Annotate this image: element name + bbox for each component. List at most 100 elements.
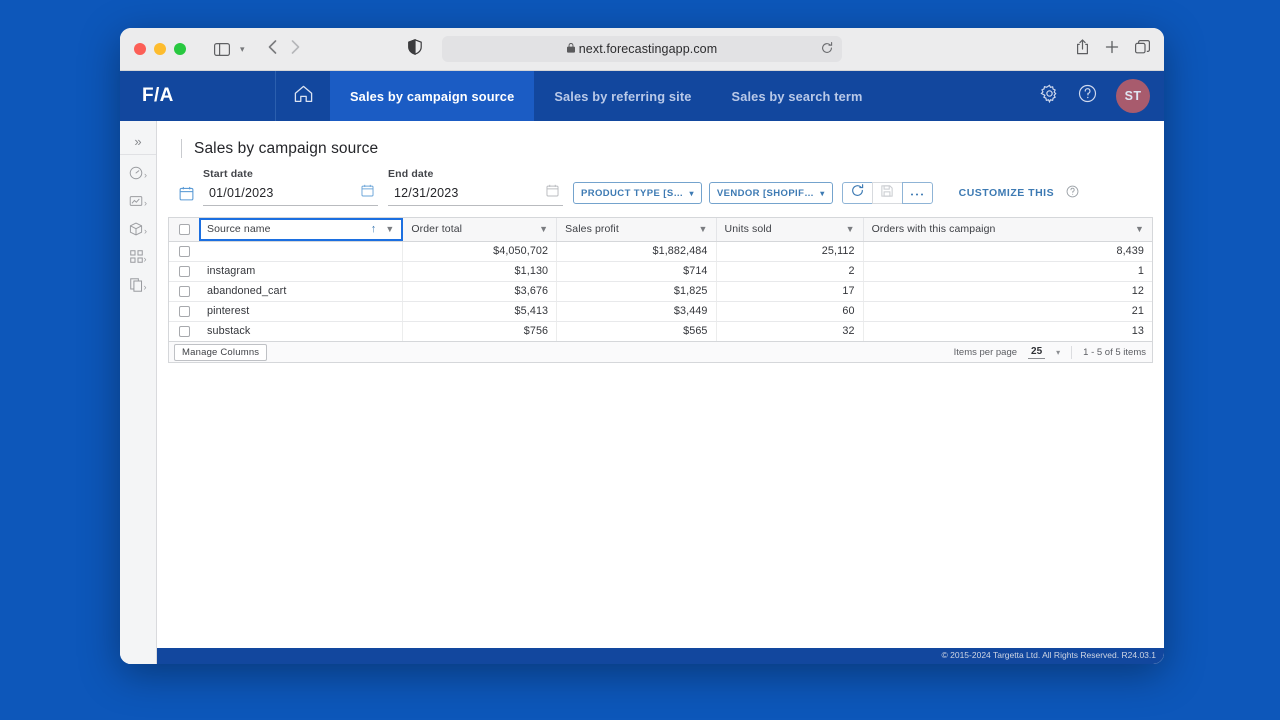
sidebar-item-reports[interactable]: › bbox=[120, 189, 156, 217]
sidebar-item-documents[interactable]: › bbox=[120, 273, 156, 301]
chevron-right-icon: › bbox=[144, 198, 147, 208]
customize-this-group: CUSTOMIZE THIS bbox=[959, 185, 1079, 201]
table-row[interactable]: instagram $1,130 $714 2 1 bbox=[169, 261, 1152, 282]
cell-orders: 8,439 bbox=[863, 241, 1152, 262]
nav-home-button[interactable] bbox=[275, 71, 330, 121]
toolbar-button-group bbox=[841, 182, 933, 204]
filter-icon[interactable]: ▼ bbox=[699, 224, 708, 234]
tab-overview-icon[interactable] bbox=[1135, 39, 1150, 59]
table-row[interactable]: abandoned_cart $3,676 $1,825 17 12 bbox=[169, 281, 1152, 302]
chevron-right-icon: › bbox=[144, 226, 147, 236]
start-date-field[interactable]: Start date 01/01/2023 bbox=[203, 168, 378, 206]
table-row[interactable]: $4,050,702 $1,882,484 25,112 8,439 bbox=[169, 241, 1152, 262]
customize-this-button[interactable]: CUSTOMIZE THIS bbox=[959, 187, 1054, 199]
forward-arrow-icon[interactable] bbox=[291, 39, 300, 59]
column-header-sales-profit[interactable]: Sales profit ▼ bbox=[556, 218, 717, 242]
sidebar-item-dashboard[interactable]: › bbox=[120, 161, 156, 189]
row-checkbox[interactable] bbox=[178, 245, 190, 257]
chevron-right-icon: › bbox=[143, 254, 147, 264]
page-title: Sales by campaign source bbox=[194, 139, 379, 157]
calendar-icon[interactable] bbox=[546, 184, 559, 202]
items-per-page-value[interactable]: 25 bbox=[1028, 346, 1046, 359]
plus-icon[interactable] bbox=[1105, 40, 1119, 59]
help-circle-icon[interactable] bbox=[1078, 84, 1097, 108]
cell-sales-profit: $3,449 bbox=[556, 301, 717, 322]
filter-toolbar: Start date 01/01/2023 End date 12/31/202… bbox=[157, 158, 1164, 206]
chart-image-icon bbox=[129, 194, 143, 213]
column-header-source-name[interactable]: Source name ↑ ▼ bbox=[199, 218, 404, 242]
cell-orders: 13 bbox=[1131, 325, 1144, 338]
cell-units-sold: 25,112 bbox=[716, 241, 864, 262]
sidebar-item-apps[interactable]: › bbox=[120, 245, 156, 273]
sidebar-expand-button[interactable]: » bbox=[120, 129, 156, 155]
maximize-window-button[interactable] bbox=[174, 43, 186, 55]
manage-columns-button[interactable]: Manage Columns bbox=[174, 343, 268, 361]
minimize-window-button[interactable] bbox=[154, 43, 166, 55]
data-table: Source name ↑ ▼ Order total ▼ Sales prof… bbox=[168, 217, 1153, 363]
start-date-value[interactable]: 01/01/2023 bbox=[209, 186, 274, 200]
gauge-icon bbox=[129, 166, 143, 185]
more-options-button[interactable] bbox=[901, 182, 933, 204]
tab-sales-by-campaign-source[interactable]: Sales by campaign source bbox=[330, 71, 535, 121]
row-checkbox[interactable] bbox=[178, 305, 190, 317]
cell-source-name: pinterest bbox=[199, 301, 404, 322]
cell-units-sold: 32 bbox=[716, 321, 864, 341]
row-checkbox[interactable] bbox=[178, 285, 190, 297]
table-row[interactable]: pinterest $5,413 $3,449 60 21 bbox=[169, 301, 1152, 322]
column-header-orders-with-this-campaign[interactable]: Orders with this campaign ▼ bbox=[863, 218, 1152, 242]
sidebar-toggle-icon[interactable] bbox=[211, 38, 233, 60]
filter-chip-product-type[interactable]: PRODUCT TYPE [S… ▾ bbox=[573, 182, 702, 204]
filter-icon[interactable]: ▼ bbox=[539, 224, 548, 234]
reload-icon[interactable] bbox=[821, 41, 833, 57]
sidebar-dropdown-chevron-icon[interactable]: ▾ bbox=[240, 44, 245, 55]
chevron-right-icon: › bbox=[144, 170, 147, 180]
end-date-value[interactable]: 12/31/2023 bbox=[394, 186, 459, 200]
row-checkbox-cell[interactable] bbox=[169, 241, 199, 262]
calendar-icon[interactable] bbox=[169, 186, 203, 206]
cell-units-sold: 60 bbox=[716, 301, 864, 322]
filter-chip-vendor[interactable]: VENDOR [SHOPIF… ▾ bbox=[708, 182, 833, 204]
left-sidebar: » › › › › › bbox=[120, 121, 157, 664]
sort-ascending-icon[interactable]: ↑ bbox=[371, 223, 377, 235]
sidebar-item-products[interactable]: › bbox=[120, 217, 156, 245]
table-row[interactable]: substack $756 $565 32 13 bbox=[169, 321, 1152, 341]
back-arrow-icon[interactable] bbox=[268, 39, 277, 59]
row-checkbox-cell[interactable] bbox=[169, 281, 199, 302]
row-checkbox-cell[interactable] bbox=[169, 261, 199, 282]
filter-icon[interactable]: ▼ bbox=[385, 224, 394, 234]
share-icon[interactable] bbox=[1076, 38, 1089, 60]
row-checkbox[interactable] bbox=[178, 325, 190, 337]
cell-orders: 12 bbox=[863, 281, 1152, 302]
page-header: Sales by campaign source bbox=[157, 121, 1164, 158]
chevron-down-icon[interactable]: ▾ bbox=[1056, 348, 1060, 357]
refresh-button[interactable] bbox=[841, 182, 873, 204]
privacy-shield-icon[interactable] bbox=[408, 38, 422, 60]
tab-sales-by-search-term[interactable]: Sales by search term bbox=[712, 71, 883, 121]
select-all-checkbox-cell[interactable] bbox=[169, 218, 199, 242]
table-body: $4,050,702 $1,882,484 25,112 8,439 insta… bbox=[169, 241, 1152, 341]
row-checkbox-cell[interactable] bbox=[169, 321, 199, 341]
end-date-field[interactable]: End date 12/31/2023 bbox=[388, 168, 563, 206]
avatar[interactable]: ST bbox=[1116, 79, 1150, 113]
sidebar-expand-label: » bbox=[134, 134, 142, 149]
column-header-order-total[interactable]: Order total ▼ bbox=[402, 218, 558, 242]
gear-icon[interactable] bbox=[1040, 84, 1059, 108]
avatar-initials: ST bbox=[1124, 89, 1142, 103]
help-circle-icon[interactable] bbox=[1066, 185, 1079, 201]
chevron-right-icon: › bbox=[143, 282, 147, 292]
column-header-units-sold[interactable]: Units sold ▼ bbox=[716, 218, 864, 242]
filter-icon[interactable]: ▼ bbox=[1135, 224, 1144, 234]
window-controls[interactable] bbox=[134, 43, 186, 55]
home-icon bbox=[294, 85, 313, 108]
save-button[interactable] bbox=[871, 182, 903, 204]
row-checkbox[interactable] bbox=[178, 265, 190, 277]
select-all-checkbox[interactable] bbox=[178, 223, 190, 235]
tab-sales-by-referring-site[interactable]: Sales by referring site bbox=[534, 71, 711, 121]
filter-chip-label: VENDOR [SHOPIF… bbox=[716, 187, 815, 199]
close-window-button[interactable] bbox=[134, 43, 146, 55]
app-logo[interactable]: F/A bbox=[120, 71, 275, 121]
row-checkbox-cell[interactable] bbox=[169, 301, 199, 322]
filter-icon[interactable]: ▼ bbox=[846, 224, 855, 234]
calendar-icon[interactable] bbox=[361, 184, 374, 202]
url-input[interactable]: next.forecastingapp.com bbox=[442, 36, 842, 62]
